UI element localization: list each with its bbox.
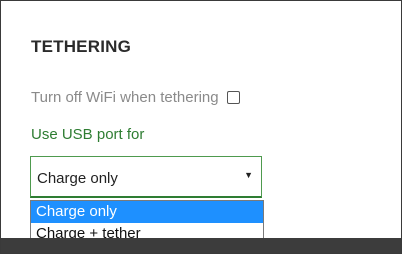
usb-mode-select[interactable]: Charge only ▼ <box>30 156 262 198</box>
section-title: TETHERING <box>31 37 132 56</box>
option-charge-only[interactable]: Charge only <box>31 201 263 223</box>
usb-port-label: Use USB port for <box>31 126 145 143</box>
wifi-off-checkbox[interactable] <box>226 91 240 104</box>
dropdown-arrow-icon: ▼ <box>244 170 253 180</box>
wifi-setting-row[interactable]: Turn off WiFi when tethering <box>31 89 240 106</box>
usb-mode-selected-value: Charge only <box>37 170 118 187</box>
wifi-setting-label: Turn off WiFi when tethering <box>31 89 219 106</box>
bottom-dark-bar <box>1 238 401 253</box>
